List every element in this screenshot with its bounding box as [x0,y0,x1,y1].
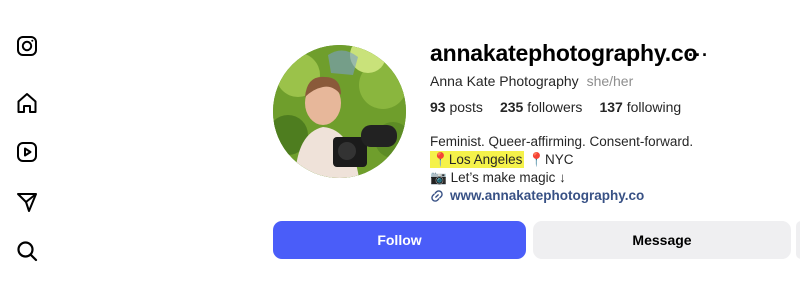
bio-line-3-text: Let’s make magic ↓ [450,170,566,185]
profile-stats: 93 posts 235 followers 137 following [430,99,681,115]
sidebar-nav [0,0,56,291]
posts-stat[interactable]: 93 posts [430,99,483,115]
following-count: 137 [599,99,623,115]
posts-label: posts [449,99,483,115]
home-icon[interactable] [14,90,40,116]
location-nyc: NYC [544,152,574,167]
bio-line-1: Feminist. Queer-affirming. Consent-forwa… [430,134,694,149]
instagram-icon[interactable] [14,33,40,59]
profile-fullname-row: Anna Kate Photography she/her [430,73,633,89]
profile-bio: Feminist. Queer-affirming. Consent-forwa… [430,133,693,205]
follow-button[interactable]: Follow [273,221,526,259]
reels-icon[interactable] [14,139,40,165]
profile-username: annakatephotography.co [430,40,698,66]
link-icon [431,190,443,202]
posts-count: 93 [430,99,446,115]
send-icon[interactable] [14,189,40,215]
website-url: www.annakatephotography.co [450,188,645,203]
search-icon[interactable] [14,238,40,264]
website-link[interactable]: www.annakatephotography.co [430,187,693,205]
followers-label: followers [527,99,583,115]
profile-pronouns: she/her [586,73,634,89]
bio-line-3: 📷 Let’s make magic ↓ [430,169,693,187]
following-label: following [626,99,682,115]
followers-count: 235 [499,99,524,115]
followers-stat[interactable]: 235 followers [500,99,583,115]
message-button[interactable]: Message [533,221,791,259]
avatar[interactable] [273,45,406,178]
profile-fullname: Anna Kate Photography [430,73,579,89]
bio-line-2: 📍Los Angeles 📍NYC [430,151,693,169]
pin-icon: 📍 [528,152,545,167]
highlighted-location: 📍Los Angeles [430,151,525,168]
more-options-icon[interactable]: ··· [688,45,709,66]
location-la: Los Angeles [448,152,523,167]
suggested-accounts-button[interactable] [796,221,800,259]
pin-icon: 📍 [432,152,449,167]
following-stat[interactable]: 137 following [599,99,681,115]
camera-icon: 📷 [430,170,447,185]
